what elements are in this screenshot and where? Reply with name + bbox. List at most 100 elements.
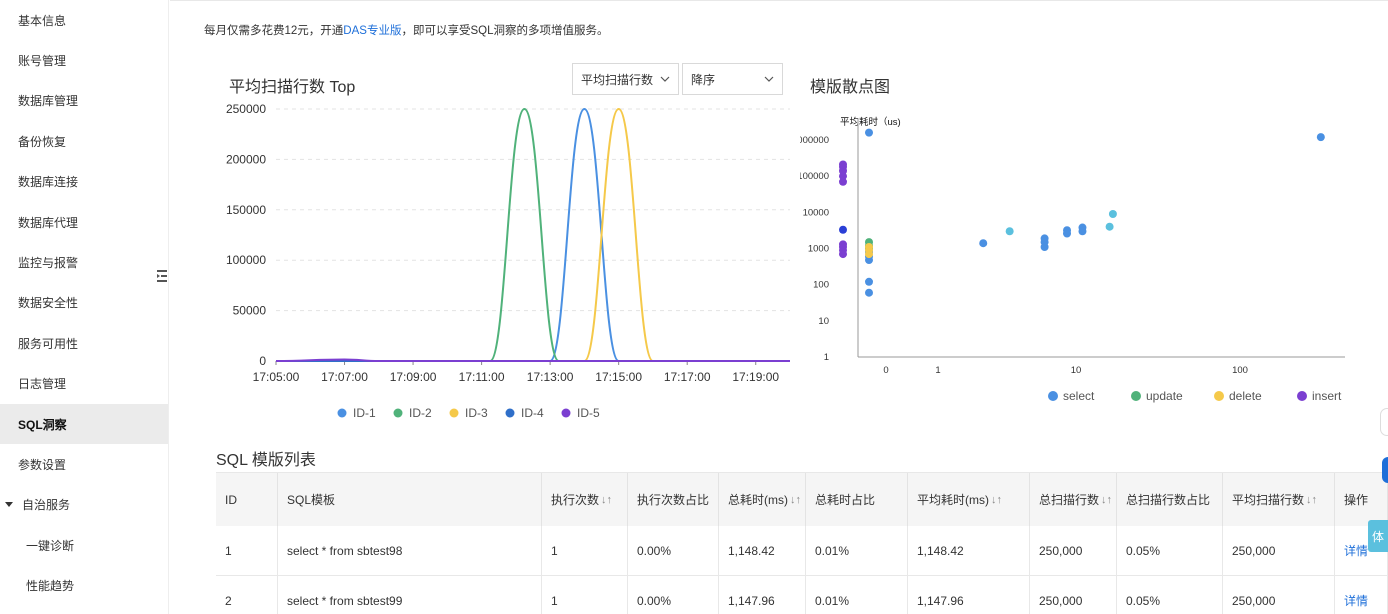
x-tick-label: 17:09:00 [390, 370, 437, 384]
table-cell: 250,000 [1030, 526, 1117, 575]
column-header[interactable]: 总扫描行数 ↓↑ [1030, 473, 1117, 526]
table-cell: 0.05% [1117, 526, 1223, 575]
table-cell: 0.00% [628, 526, 719, 575]
legend-label: ID-3 [465, 406, 488, 420]
table-cell: select * from sbtest98 [278, 526, 542, 575]
sidebar-item[interactable]: 监控与报警 [0, 242, 168, 282]
sort-icon[interactable]: ↓↑ [601, 494, 612, 506]
chevron-down-icon [764, 76, 774, 82]
legend-marker[interactable] [337, 408, 347, 418]
sidebar-item-label: 一键诊断 [26, 538, 75, 553]
legend-marker[interactable] [1214, 391, 1224, 401]
order-select-value: 降序 [691, 72, 716, 87]
caret-down-icon [5, 502, 13, 508]
scatter-point-select [1078, 223, 1087, 232]
detail-link[interactable]: 详情 [1335, 576, 1388, 614]
das-pro-link[interactable]: DAS专业版 [343, 25, 401, 37]
column-header: 总耗时占比 [806, 473, 908, 526]
y-tick-label: 100000 [226, 253, 266, 267]
scatter-chart-title: 模版散点图 [810, 79, 891, 96]
sidebar-nav: 基本信息 账号管理 数据库管理 备份恢复 数据库连接数据库代理监控与报警 数据安全性服务可… [0, 0, 168, 606]
table-cell: 250,000 [1223, 576, 1335, 614]
series-line-ID-2 [276, 107, 790, 363]
legend-marker[interactable] [393, 408, 403, 418]
sidebar-item[interactable]: 服务可用性 [0, 323, 168, 363]
scatter-point-insert [839, 240, 847, 249]
side-action-button[interactable] [1382, 457, 1388, 483]
scatter-point-select [1040, 234, 1049, 243]
column-header-label: 总耗时(ms) [728, 493, 788, 507]
y-tick-label: 200000 [226, 152, 266, 166]
column-header-label: 平均扫描行数 [1232, 493, 1305, 507]
legend-marker[interactable] [561, 408, 571, 418]
chevron-down-icon [660, 76, 670, 82]
sidebar-item[interactable]: 日志管理 [0, 364, 168, 404]
table-cell: 0.01% [806, 526, 908, 575]
sidebar-item[interactable]: SQL洞察 [0, 403, 168, 445]
sidebar-item-label: 自治服务 [22, 498, 71, 513]
legend-label: ID-5 [577, 406, 600, 420]
y-tick-label: 250000 [226, 102, 266, 116]
table-cell: 0.00% [628, 576, 719, 614]
x-tick-label: 17:07:00 [321, 370, 368, 384]
sidebar-item-label: 性能趋势 [26, 579, 75, 594]
legend-label: update [1146, 389, 1183, 403]
sidebar-item[interactable]: 数据库连接 [0, 162, 168, 202]
experience-float-tab[interactable]: 体 [1368, 520, 1388, 552]
sidebar-item[interactable]: 数据库代理 [0, 202, 168, 242]
line-chart: 0 50000 100000 150000 200000 250000 17:05:00 17… [226, 102, 790, 420]
sidebar-item-label: SQL洞察 [18, 417, 67, 432]
table-cell: 1,147.96 [908, 576, 1030, 614]
sidebar: 基本信息 账号管理 数据库管理 备份恢复 数据库连接数据库代理监控与报警 数据安全性服务可… [0, 0, 169, 614]
metric-select-value: 平均扫描行数 [581, 72, 654, 87]
sidebar-item[interactable]: 一键诊断 [0, 525, 168, 565]
sidebar-item[interactable]: 账号管理 [0, 40, 168, 80]
table-cell: 1,148.42 [719, 526, 806, 575]
column-header[interactable]: 平均扫描行数 ↓↑ [1223, 473, 1335, 526]
sort-icon[interactable]: ↓↑ [790, 494, 801, 506]
y-tick-label: 10 [818, 316, 829, 327]
column-header-label: 平均耗时(ms) [917, 493, 989, 507]
sidebar-item-label: 服务可用性 [18, 336, 79, 351]
legend-marker[interactable] [1131, 391, 1141, 401]
legend-marker[interactable] [1048, 391, 1058, 401]
column-header[interactable]: 总耗时(ms) ↓↑ [719, 473, 806, 526]
table-cell: 2 [216, 576, 278, 614]
sort-icon[interactable]: ↓↑ [1306, 494, 1317, 506]
column-header: ID [216, 473, 278, 526]
scatter-point-select [865, 128, 873, 137]
table-cell: 1,148.42 [908, 526, 1030, 575]
table-cell: 1 [216, 526, 278, 575]
collapse-sidebar-icon[interactable] [157, 268, 169, 284]
scatter-point-select [865, 288, 873, 297]
legend-marker[interactable] [449, 408, 459, 418]
order-select[interactable]: 降序 [682, 63, 783, 95]
scroll-handle[interactable] [1380, 408, 1388, 436]
legend-marker[interactable] [505, 408, 515, 418]
column-header-label: 总扫描行数占比 [1126, 493, 1211, 507]
sidebar-item[interactable]: 备份恢复 [0, 121, 168, 161]
column-header[interactable]: 执行次数 ↓↑ [542, 473, 628, 526]
sidebar-item[interactable]: 自治服务 [0, 485, 168, 525]
sidebar-item[interactable]: 基本信息 [0, 0, 168, 40]
column-header[interactable]: 平均耗时(ms) ↓↑ [908, 473, 1030, 526]
sql-template-table: ID SQL模板 执行次数 ↓↑ 执行次数占比 总耗时(ms) ↓↑ 总耗时占比 平均耗时(ms… [216, 472, 1388, 614]
promo-text-before: 每月仅需多花费12元，开通 [204, 25, 344, 37]
table-cell: 1 [542, 576, 628, 614]
scatter-point-delete [865, 243, 873, 252]
sidebar-item-label: 数据库代理 [18, 215, 79, 230]
metric-select[interactable]: 平均扫描行数 [572, 63, 679, 95]
legend-label: insert [1312, 389, 1342, 403]
sort-icon[interactable]: ↓↑ [991, 494, 1002, 506]
sidebar-item[interactable]: 数据库管理 [0, 81, 168, 121]
table-cell: 1,147.96 [719, 576, 806, 614]
y-axis-label: 平均耗时（us) [840, 116, 901, 128]
sidebar-item[interactable]: 数据安全性 [0, 283, 168, 323]
y-tick-label: 10000 [803, 207, 829, 218]
promo-banner: 每月仅需多花费12元，开通DAS专业版，即可以享受SQL洞察的多项增值服务。 [204, 22, 608, 38]
sort-icon[interactable]: ↓↑ [1101, 494, 1112, 506]
x-tick-label: 17:05:00 [253, 370, 300, 384]
sidebar-item[interactable]: 性能趋势 [0, 565, 168, 605]
legend-marker[interactable] [1297, 391, 1307, 401]
sidebar-item[interactable]: 参数设置 [0, 444, 168, 484]
